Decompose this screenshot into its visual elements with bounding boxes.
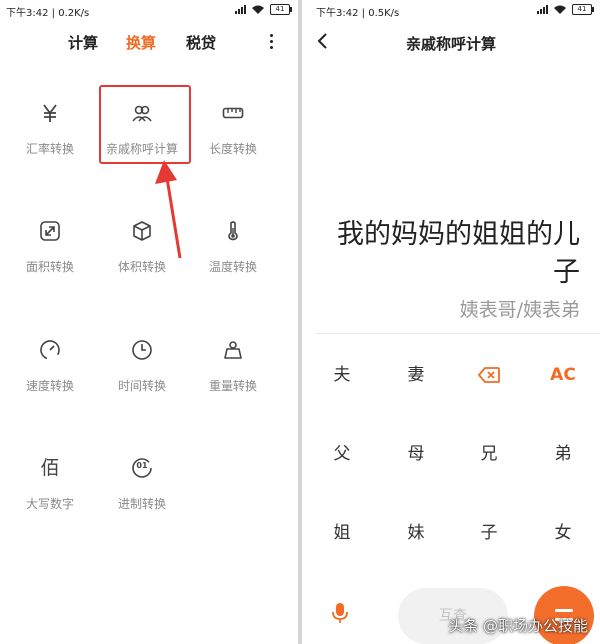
tile-label: 汇率转换 (25, 142, 74, 156)
battery-icon: 41 (270, 4, 292, 15)
converter-tabs: 计算 换算 税贷 (0, 32, 298, 56)
microphone-icon[interactable] (332, 602, 348, 624)
wifi-icon (554, 5, 566, 14)
ruler-icon (188, 100, 278, 126)
highlight-annotation-box (99, 85, 191, 164)
key-mother[interactable]: 母 (386, 439, 446, 469)
relation-result: 姨表哥/姨表弟 (459, 299, 580, 321)
keypad-divider (316, 333, 600, 334)
tile-label: 体积转换 (117, 260, 166, 274)
tile-label: 面积转换 (25, 260, 74, 274)
tile-label: 速度转换 (25, 379, 74, 393)
equals-icon-line (555, 609, 573, 612)
clear-all-button[interactable]: AC (533, 360, 593, 390)
thermometer-icon (188, 218, 278, 244)
battery-level: 41 (275, 5, 285, 13)
tile-label: 长度转换 (208, 142, 257, 156)
tile-temperature[interactable]: 温度转换 (188, 218, 278, 275)
key-elder-sister[interactable]: 姐 (312, 518, 372, 548)
clock-icon (97, 337, 187, 363)
key-wife[interactable]: 妻 (386, 360, 446, 390)
tile-weight[interactable]: 重量转换 (188, 337, 278, 394)
tile-time[interactable]: 时间转换 (97, 337, 187, 394)
key-elder-brother[interactable]: 兄 (459, 439, 519, 469)
tile-label: 进制转换 (117, 497, 166, 511)
watermark: 头条 @职场办公技能 (448, 617, 588, 635)
tile-speed[interactable]: 速度转换 (5, 337, 95, 394)
right-screen: 下午3:42 | 0.5K/s 41 亲戚称呼计算 我的妈妈的姐姐的儿子 姨表哥… (302, 0, 600, 644)
more-options-icon[interactable] (270, 34, 274, 52)
page-title: 亲戚称呼计算 (405, 35, 496, 53)
key-son[interactable]: 子 (459, 518, 519, 548)
tile-area[interactable]: 面积转换 (5, 218, 95, 275)
bai-character-icon: 佰 (40, 457, 60, 479)
tile-length[interactable]: 长度转换 (188, 100, 278, 157)
red-arrow-annotation (155, 160, 182, 259)
key-father[interactable]: 父 (312, 439, 372, 469)
signal-icon (537, 5, 548, 14)
binary-icon: 01 (97, 455, 187, 481)
tab-convert[interactable]: 换算 (126, 32, 156, 53)
key-husband[interactable]: 夫 (312, 360, 372, 390)
binary-icon-text: 01 (136, 461, 148, 470)
tile-label: 重量转换 (208, 379, 257, 393)
tile-label: 大写数字 (25, 497, 74, 511)
tile-uppercase-number[interactable]: 佰 大写数字 (5, 455, 95, 512)
status-bar: 下午3:42 | 0.2K/s 41 (0, 0, 298, 20)
backspace-icon (478, 367, 500, 383)
tab-tax-loan[interactable]: 税贷 (186, 32, 216, 53)
left-screen: 下午3:42 | 0.2K/s 41 计算 换算 税贷 汇率转换 亲戚称呼计算 … (0, 0, 298, 644)
status-time: 下午3:42 (316, 8, 359, 19)
key-younger-brother[interactable]: 弟 (533, 439, 593, 469)
yen-icon (5, 100, 95, 126)
tile-base-conversion[interactable]: 01 进制转换 (97, 455, 187, 512)
tile-exchange-rate[interactable]: 汇率转换 (5, 100, 95, 157)
key-younger-sister[interactable]: 妹 (386, 518, 446, 548)
backspace-button[interactable] (459, 360, 519, 390)
speedometer-icon (5, 337, 95, 363)
weight-icon (188, 337, 278, 363)
tab-calculate[interactable]: 计算 (68, 32, 98, 53)
relation-expression: 我的妈妈的姐姐的儿子 (337, 219, 580, 288)
tile-label: 温度转换 (208, 260, 257, 274)
tile-label: 时间转换 (117, 379, 166, 393)
wifi-icon (252, 5, 264, 14)
status-bar: 下午3:42 | 0.5K/s 41 (302, 0, 600, 20)
key-daughter[interactable]: 女 (533, 518, 593, 548)
area-icon (5, 218, 95, 244)
battery-icon: 41 (572, 4, 594, 15)
status-time: 下午3:42 (6, 8, 49, 19)
status-speed: 0.2K/s (58, 8, 90, 19)
status-speed: 0.5K/s (368, 8, 400, 19)
signal-icon (235, 5, 246, 14)
battery-level: 41 (577, 5, 587, 13)
